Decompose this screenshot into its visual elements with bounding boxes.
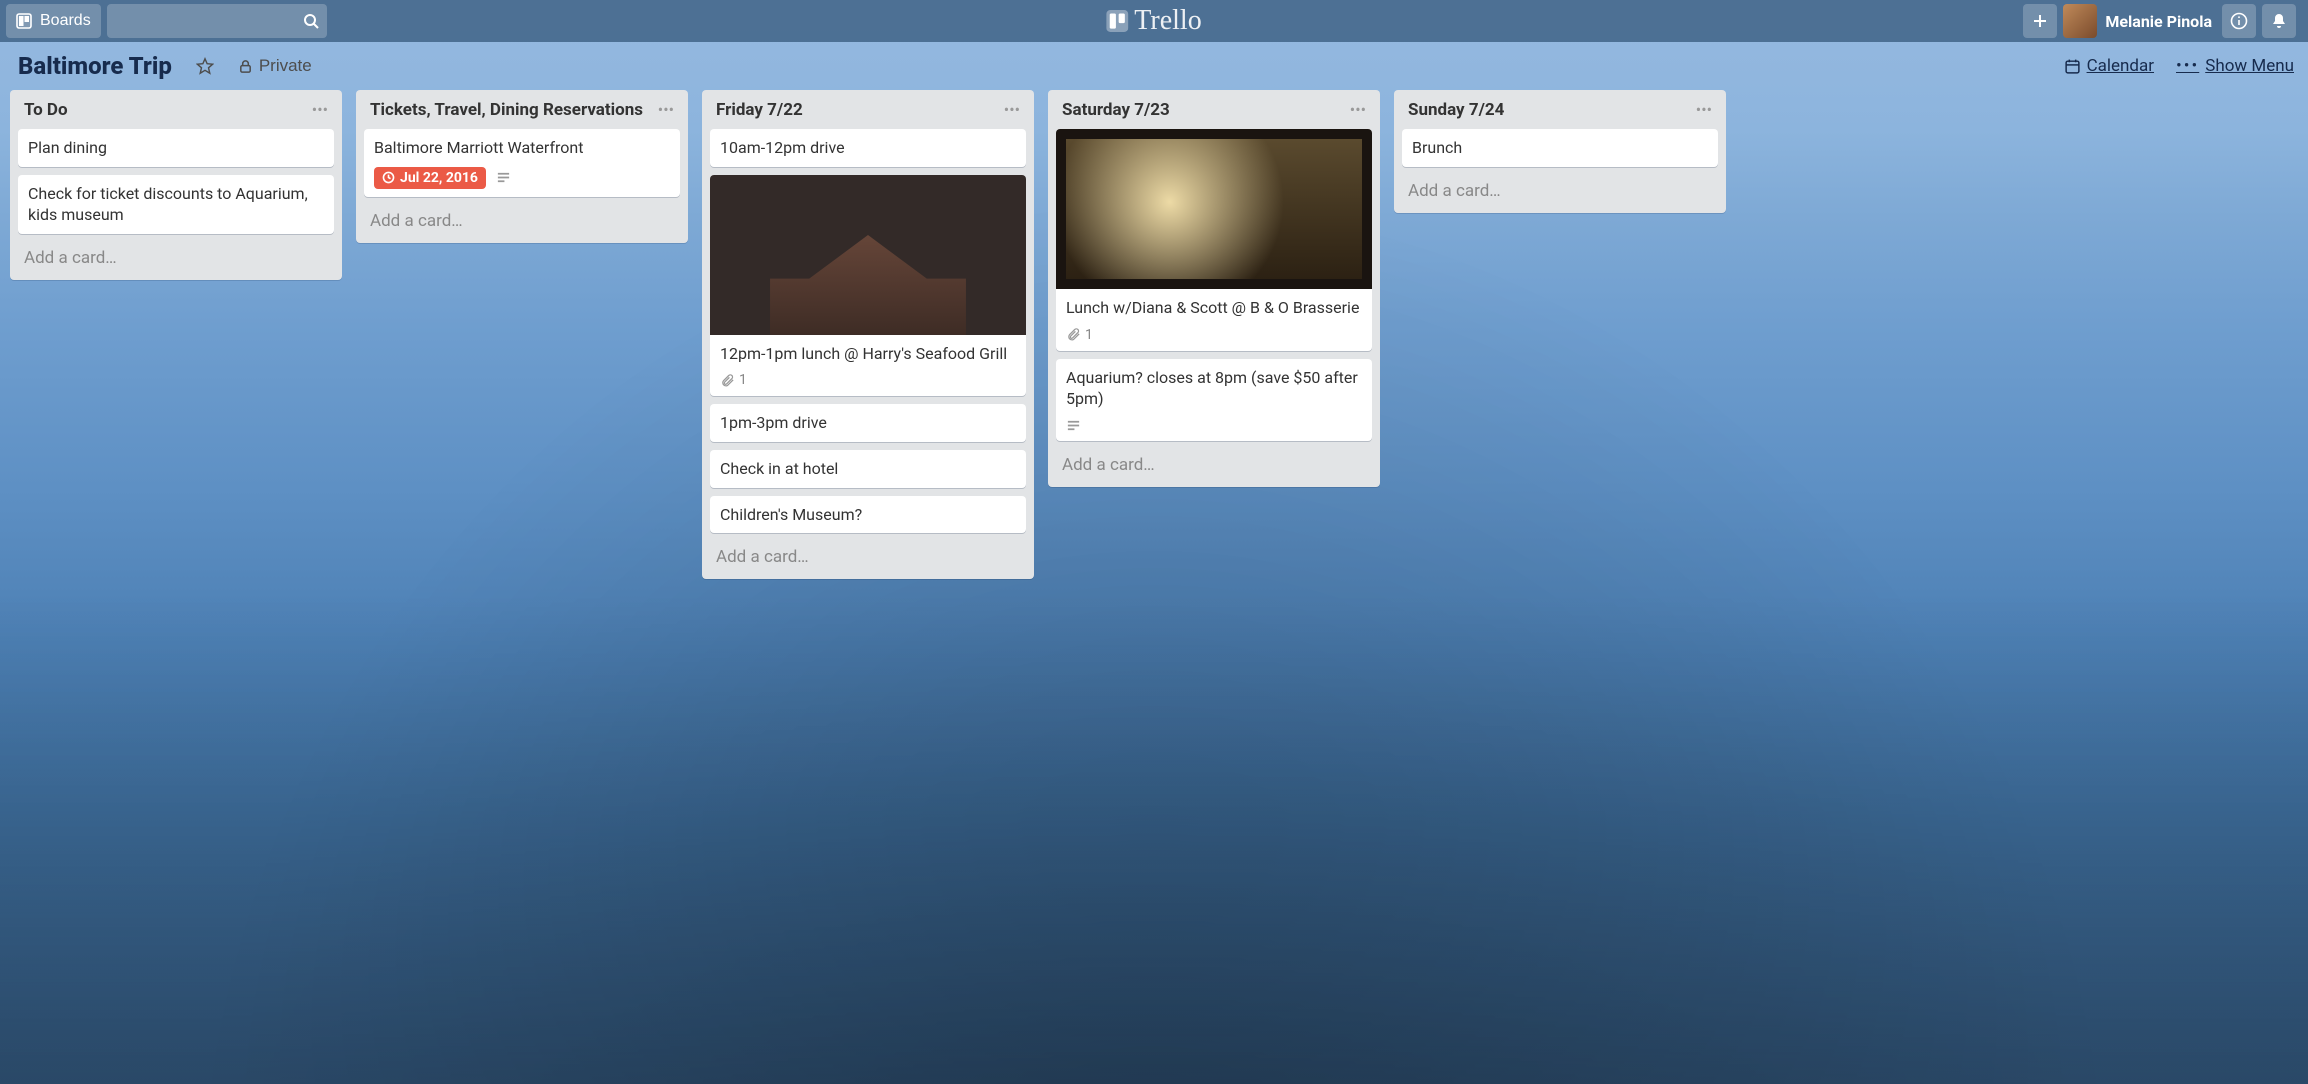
card[interactable]: Check in at hotel <box>710 450 1026 488</box>
card[interactable]: Plan dining <box>18 129 334 167</box>
description-icon <box>1066 418 1081 433</box>
username-label[interactable]: Melanie Pinola <box>2105 12 2212 31</box>
due-date-text: Jul 22, 2016 <box>400 170 478 186</box>
app-logo[interactable]: Trello <box>1106 5 1201 37</box>
ellipsis-icon: ••• <box>1350 100 1366 119</box>
description-icon <box>496 170 511 185</box>
card[interactable]: Aquarium? closes at 8pm (save $50 after … <box>1056 359 1372 441</box>
list-title[interactable]: Tickets, Travel, Dining Reservations <box>370 100 658 121</box>
card-text: 12pm-1pm lunch @ Harry's Seafood Grill <box>710 335 1026 373</box>
card[interactable]: Brunch <box>1402 129 1718 167</box>
avatar[interactable] <box>2063 4 2097 38</box>
add-card-button[interactable]: Add a card… <box>1402 175 1718 203</box>
lock-icon <box>238 59 253 74</box>
list-title[interactable]: Sunday 7/24 <box>1408 100 1696 121</box>
card-badges: 1 <box>710 372 1026 396</box>
card[interactable]: Baltimore Marriott Waterfront Jul 22, 201… <box>364 129 680 197</box>
app-header: Boards Trello Melanie Pinola <box>0 0 2308 42</box>
card-cover <box>1056 129 1372 289</box>
list-title[interactable]: Friday 7/22 <box>716 100 1004 121</box>
card-text: 1pm-3pm drive <box>710 404 1026 442</box>
app-logo-text: Trello <box>1134 5 1201 37</box>
add-card-button[interactable]: Add a card… <box>364 205 680 233</box>
search-input[interactable] <box>107 4 327 38</box>
card-text: Lunch w/Diana & Scott @ B & O Brasserie <box>1056 289 1372 327</box>
card-badges: 1 <box>1056 327 1372 351</box>
card-text: Brunch <box>1402 129 1718 167</box>
star-icon <box>196 57 214 75</box>
list-title[interactable]: Saturday 7/23 <box>1062 100 1350 121</box>
privacy-label: Private <box>259 56 312 76</box>
info-button[interactable] <box>2222 4 2256 38</box>
card-badges: Jul 22, 2016 <box>364 167 680 197</box>
paperclip-icon <box>720 373 735 388</box>
ellipsis-icon: ••• <box>2176 56 2199 76</box>
list-title[interactable]: To Do <box>24 100 312 121</box>
attachment-badge: 1 <box>720 372 747 388</box>
add-card-button[interactable]: Add a card… <box>18 242 334 270</box>
board-header: Baltimore Trip Private Calendar ••• Show… <box>0 42 2308 86</box>
show-menu-label: Show Menu <box>2205 56 2294 76</box>
plus-icon <box>2032 13 2048 29</box>
list-menu-button[interactable]: ••• <box>1696 100 1712 119</box>
info-icon <box>2230 12 2248 30</box>
attachment-count: 1 <box>1085 327 1093 343</box>
list: Saturday 7/23••• Lunch w/Diana & Scott @ … <box>1048 90 1380 487</box>
card-text: Check for ticket discounts to Aquarium, … <box>18 175 334 234</box>
boards-icon <box>16 13 32 29</box>
search-icon <box>303 13 319 29</box>
create-button[interactable] <box>2023 4 2057 38</box>
calendar-link[interactable]: Calendar <box>2064 56 2154 76</box>
card-cover <box>710 175 1026 335</box>
list-menu-button[interactable]: ••• <box>1004 100 1020 119</box>
card[interactable]: Children's Museum? <box>710 496 1026 534</box>
clock-icon <box>382 171 395 184</box>
boards-button-label: Boards <box>40 12 91 30</box>
card-text: Children's Museum? <box>710 496 1026 534</box>
show-menu-link[interactable]: ••• Show Menu <box>2176 56 2294 76</box>
card-text: Aquarium? closes at 8pm (save $50 after … <box>1056 359 1372 418</box>
list-menu-button[interactable]: ••• <box>312 100 328 119</box>
star-button[interactable] <box>190 53 220 79</box>
privacy-button[interactable]: Private <box>232 52 318 80</box>
card-text: Plan dining <box>18 129 334 167</box>
card[interactable]: Check for ticket discounts to Aquarium, … <box>18 175 334 234</box>
list-menu-button[interactable]: ••• <box>1350 100 1366 119</box>
list: Friday 7/22••• 10am-12pm drive 12pm-1pm lu… <box>702 90 1034 579</box>
trello-icon <box>1106 10 1128 32</box>
card-text: Baltimore Marriott Waterfront <box>364 129 680 167</box>
search-box[interactable] <box>107 4 327 38</box>
card-text: Check in at hotel <box>710 450 1026 488</box>
card-badges <box>1056 418 1372 441</box>
card[interactable]: 12pm-1pm lunch @ Harry's Seafood Grill1 <box>710 175 1026 397</box>
list-menu-button[interactable]: ••• <box>658 100 674 119</box>
attachment-badge: 1 <box>1066 327 1093 343</box>
list: To Do••• Plan dining Check for ticket disc… <box>10 90 342 280</box>
list: Sunday 7/24••• Brunch Add a card… <box>1394 90 1726 213</box>
calendar-link-label: Calendar <box>2087 56 2154 76</box>
paperclip-icon <box>1066 327 1081 342</box>
card[interactable]: 1pm-3pm drive <box>710 404 1026 442</box>
board-title[interactable]: Baltimore Trip <box>18 52 172 80</box>
list: Tickets, Travel, Dining Reservations••• B… <box>356 90 688 243</box>
notifications-button[interactable] <box>2262 4 2296 38</box>
boards-button[interactable]: Boards <box>6 4 101 38</box>
calendar-icon <box>2064 58 2081 75</box>
ellipsis-icon: ••• <box>658 100 674 119</box>
card[interactable]: 10am-12pm drive <box>710 129 1026 167</box>
card-text: 10am-12pm drive <box>710 129 1026 167</box>
attachment-count: 1 <box>739 372 747 388</box>
board-canvas[interactable]: To Do•••Plan diningCheck for ticket disc… <box>0 86 2308 1078</box>
add-card-button[interactable]: Add a card… <box>1056 449 1372 477</box>
ellipsis-icon: ••• <box>312 100 328 119</box>
add-card-button[interactable]: Add a card… <box>710 541 1026 569</box>
card[interactable]: Lunch w/Diana & Scott @ B & O Brasserie1 <box>1056 129 1372 351</box>
ellipsis-icon: ••• <box>1696 100 1712 119</box>
bell-icon <box>2270 12 2288 30</box>
ellipsis-icon: ••• <box>1004 100 1020 119</box>
due-date-badge: Jul 22, 2016 <box>374 167 486 189</box>
